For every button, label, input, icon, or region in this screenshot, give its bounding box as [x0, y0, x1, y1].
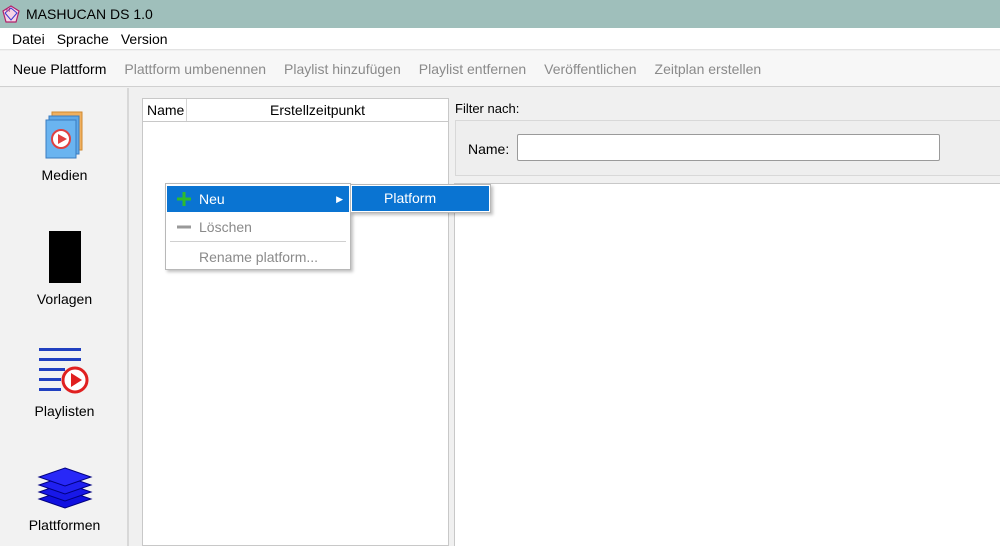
media-icon — [45, 111, 82, 159]
name-filter-label: Name: — [468, 141, 510, 157]
content-panel[interactable] — [454, 183, 1000, 546]
remove-playlist-button[interactable]: Playlist entfernen — [410, 61, 535, 77]
submenu-arrow-icon: ▶ — [336, 193, 343, 204]
column-header-name[interactable]: Name — [143, 99, 187, 121]
context-menu-new-label: Neu — [199, 191, 225, 207]
filter-heading: Filter nach: — [455, 101, 520, 116]
sidebar-item-templates[interactable]: Vorlagen — [0, 230, 129, 307]
template-icon — [48, 231, 81, 283]
svg-text:M: M — [6, 8, 10, 14]
submenu-item-platform[interactable]: Platform — [352, 186, 489, 211]
sidebar-label-playlists: Playlisten — [34, 403, 95, 419]
platform-tree[interactable]: Name Erstellzeitpunkt — [142, 98, 449, 546]
menu-language[interactable]: Sprache — [51, 31, 115, 47]
toolbar: Neue Plattform Plattform umbenennen Play… — [0, 51, 1000, 87]
sidebar-item-playlists[interactable]: Playlisten — [0, 346, 129, 419]
layers-icon — [36, 467, 93, 509]
sidebar-item-media[interactable]: Medien — [0, 110, 129, 183]
splitter[interactable] — [131, 88, 142, 546]
minus-icon — [176, 219, 192, 235]
context-menu: Neu ▶ Löschen Rename platform... — [165, 183, 351, 270]
window-title: MASHUCAN DS 1.0 — [26, 6, 153, 22]
sidebar-label-templates: Vorlagen — [36, 291, 93, 307]
plus-icon — [176, 191, 192, 207]
create-schedule-button[interactable]: Zeitplan erstellen — [646, 61, 771, 77]
context-menu-separator — [170, 241, 346, 242]
app-logo-icon: M — [2, 5, 20, 23]
tree-header: Name Erstellzeitpunkt — [143, 99, 448, 122]
sidebar-label-media: Medien — [41, 167, 88, 183]
playlist-icon — [38, 348, 88, 394]
add-playlist-button[interactable]: Playlist hinzufügen — [275, 61, 410, 77]
publish-button[interactable]: Veröffentlichen — [535, 61, 645, 77]
title-bar: M MASHUCAN DS 1.0 — [0, 0, 1000, 28]
menu-bar: Datei Sprache Version — [0, 28, 1000, 50]
menu-version[interactable]: Version — [115, 31, 174, 47]
context-menu-new[interactable]: Neu ▶ — [167, 186, 349, 212]
context-menu-delete[interactable]: Löschen — [167, 214, 349, 240]
context-menu-delete-label: Löschen — [199, 219, 252, 235]
sidebar-item-platforms[interactable]: Plattformen — [0, 466, 129, 533]
name-filter-input[interactable] — [517, 134, 940, 161]
menu-file[interactable]: Datei — [6, 31, 51, 47]
column-header-created[interactable]: Erstellzeitpunkt — [187, 99, 448, 121]
sidebar: Medien Vorlagen Playlisten Plattformen — [0, 88, 129, 546]
new-submenu: Platform — [350, 184, 491, 213]
context-menu-rename[interactable]: Rename platform... — [167, 244, 349, 270]
sidebar-label-platforms: Plattformen — [28, 517, 101, 533]
context-menu-rename-label: Rename platform... — [199, 249, 319, 265]
rename-platform-button[interactable]: Plattform umbenennen — [115, 61, 275, 77]
new-platform-button[interactable]: Neue Plattform — [4, 61, 115, 77]
